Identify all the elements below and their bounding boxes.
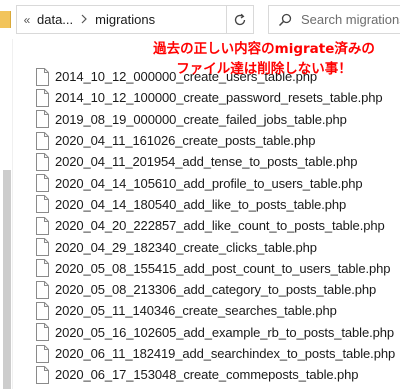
php-file-icon [36,301,49,320]
file-explorer-window: « data... migrations Search migrations 2… [0,0,400,389]
php-file-icon [36,88,49,107]
php-file-icon [36,216,49,235]
file-name: 2020_06_11_182419_add_searchindex_to_pos… [55,346,396,361]
file-name: 2020_05_08_155415_add_post_count_to_user… [55,260,391,276]
file-row[interactable]: 2020_04_11_201954_add_tense_to_posts_tab… [34,151,400,172]
php-file-icon [36,152,49,171]
file-name: 2020_05_08_213306_add_category_to_posts_… [55,282,377,298]
file-row[interactable]: 2020_05_16_102605_add_example_rb_to_post… [34,322,400,343]
annotation-line-1: 過去の正しい内容のmigrate済みの [153,41,375,57]
file-row[interactable]: 2020_06_11_182419_add_searchindex_to_pos… [34,343,400,364]
php-file-icon [36,67,49,86]
refresh-button[interactable] [226,5,253,34]
php-file-icon [36,195,49,214]
file-list: 2014_10_12_000000_create_users_table.php… [34,66,400,385]
php-file-icon [36,110,49,129]
folder-icon [0,11,11,28]
address-toolbar: « data... migrations Search migrations [0,0,400,39]
file-name: 2020_06_17_153048_create_commeposts_tabl… [55,367,359,383]
file-row[interactable]: 2020_04_20_222857_add_like_count_to_post… [34,215,400,236]
file-name: 2020_04_14_180540_add_like_to_posts_tabl… [55,196,347,212]
file-row[interactable]: 2020_04_11_161026_create_posts_table.php [34,130,400,151]
file-name: 2020_04_11_161026_create_posts_table.php [55,133,316,149]
file-name: 2020_04_11_201954_add_tense_to_posts_tab… [55,154,358,170]
search-icon [269,13,301,27]
chevron-right-icon[interactable] [73,12,95,27]
file-row[interactable]: 2020_04_14_180540_add_like_to_posts_tabl… [34,194,400,215]
file-row[interactable]: 2020_04_29_182340_create_clicks_table.ph… [34,236,400,257]
file-name: 2020_04_29_182340_create_clicks_table.ph… [55,239,317,255]
pane-divider[interactable] [12,39,13,389]
search-input[interactable]: Search migrations [268,5,400,34]
breadcrumb-item-migrations[interactable]: migrations [95,12,155,27]
file-name: 2020_05_11_140346_create_searches_table.… [55,303,337,319]
php-file-icon [36,280,49,299]
php-file-icon [36,174,49,193]
file-name: 2019_08_19_000000_create_failed_jobs_tab… [55,111,347,127]
address-bar[interactable]: « data... migrations [16,5,254,34]
php-file-icon [36,131,49,150]
refresh-icon [234,13,246,25]
red-annotation-note: 過去の正しい内容のmigrate済みの ファイル達は削除しない事！ [134,39,394,79]
navigation-scrollbar-thumb[interactable] [3,170,11,389]
php-file-icon [36,238,49,257]
file-name: 2020_04_14_105610_add_profile_to_users_t… [55,175,363,191]
file-row[interactable]: 2019_08_19_000000_create_failed_jobs_tab… [34,109,400,130]
php-file-icon [36,365,49,384]
file-row[interactable]: 2020_05_08_213306_add_category_to_posts_… [34,279,400,300]
file-name: 2020_05_16_102605_add_example_rb_to_post… [55,324,394,340]
file-row[interactable]: 2014_10_12_100000_create_password_resets… [34,87,400,108]
breadcrumb-overflow-button[interactable]: « [17,13,37,27]
annotation-line-2: ファイル達は削除しない事！ [176,61,352,77]
php-file-icon [36,344,49,363]
search-placeholder: Search migrations [301,12,400,27]
file-row[interactable]: 2020_05_08_155415_add_post_count_to_user… [34,258,400,279]
file-row[interactable]: 2020_06_17_153048_create_commeposts_tabl… [34,364,400,385]
file-name: 2020_04_20_222857_add_like_count_to_post… [55,218,385,234]
breadcrumb-item-data[interactable]: data... [37,12,73,27]
file-name: 2014_10_12_100000_create_password_resets… [55,90,383,106]
php-file-icon [36,259,49,278]
file-row[interactable]: 2020_04_14_105610_add_profile_to_users_t… [34,172,400,193]
php-file-icon [36,323,49,342]
file-row[interactable]: 2020_05_11_140346_create_searches_table.… [34,300,400,321]
